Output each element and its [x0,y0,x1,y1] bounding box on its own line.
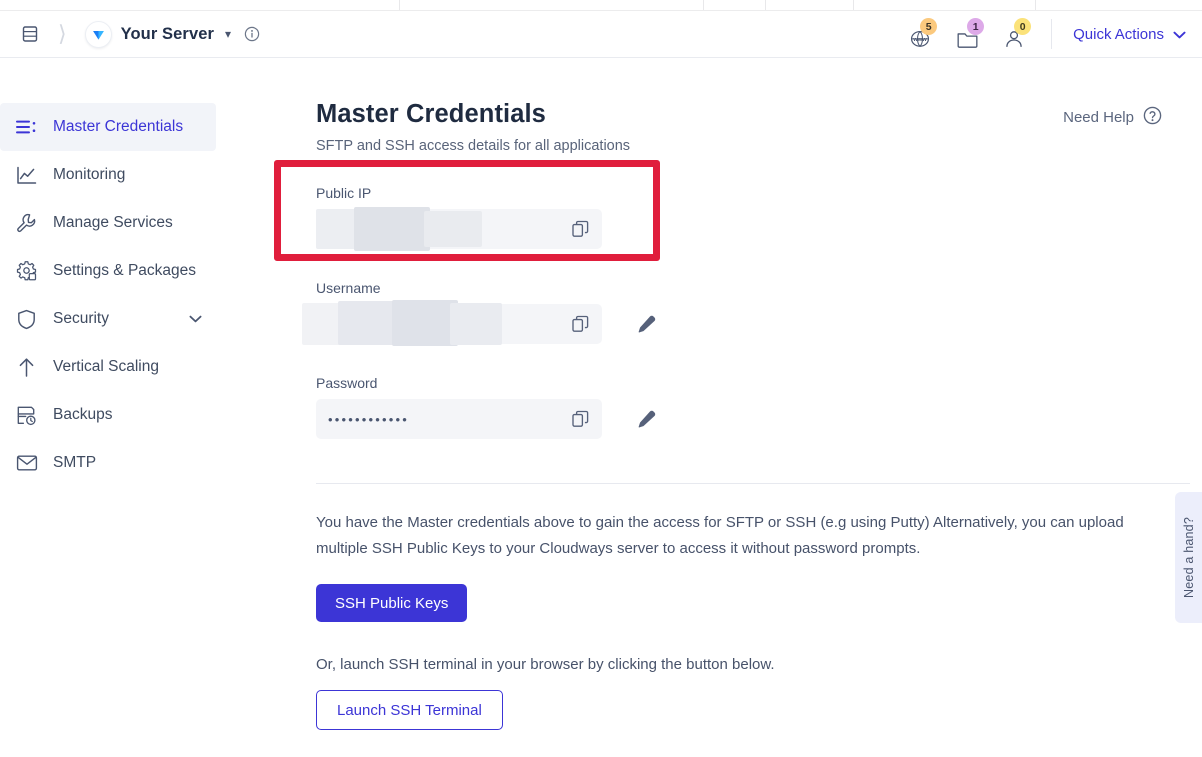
field-label: Password [316,375,378,391]
svg-text:www: www [913,37,928,43]
browser-tabstrip-remnant [0,0,1202,11]
hamburger-icon[interactable] [20,24,40,44]
sidebar-item-monitoring[interactable]: Monitoring [0,151,216,199]
badge-count: 1 [967,18,985,35]
user-icon[interactable]: 0 [997,18,1032,49]
main-content: Master Credentials SFTP and SSH access d… [232,58,1202,730]
sidebar-item-smtp[interactable]: SMTP [0,439,216,487]
redaction-block [392,300,458,346]
top-header-bar: ⟩ Your Server ▾ www 5 1 0 Quick Actions [0,11,1202,58]
password-masked-value: •••••••••••• [328,411,410,427]
chevron-down-icon[interactable]: ▾ [225,27,231,41]
breadcrumb-separator-icon: ⟩ [58,21,67,46]
backup-restore-icon [14,403,39,428]
header-divider [1051,19,1053,49]
ssh-public-keys-button[interactable]: SSH Public Keys [316,584,468,622]
folder-icon[interactable]: 1 [950,18,985,49]
sidebar-item-backups[interactable]: Backups [0,391,216,439]
www-globe-icon[interactable]: www 5 [903,18,938,49]
field-label: Username [316,280,381,296]
edit-username-button[interactable] [635,313,657,335]
copy-icon[interactable] [570,219,590,239]
need-help-link[interactable]: Need Help [1063,106,1162,129]
quick-actions-button[interactable]: Quick Actions [1073,26,1186,43]
field-row: •••••••••••• [316,399,1202,439]
redaction-block [424,211,482,247]
chevron-down-icon [1173,26,1186,43]
sidebar-item-label: Settings & Packages [53,262,197,279]
sidebar-item-master-credentials[interactable]: Master Credentials [0,103,216,151]
copy-icon[interactable] [570,409,590,429]
arrow-up-icon [14,355,39,380]
redaction-block [354,207,430,251]
need-a-hand-label: Need a hand? [1181,517,1196,598]
sidebar-item-label: Vertical Scaling [53,358,159,375]
chevron-down-icon[interactable] [189,312,202,326]
list-credentials-icon [14,115,39,140]
chart-line-icon [14,163,39,188]
field-row [302,300,1202,346]
copy-icon[interactable] [570,314,590,334]
field-password: Password •••••••••••• [316,375,1202,439]
sidebar-item-label: Backups [53,406,113,423]
badge-count: 0 [1014,18,1032,35]
sidebar-nav: Master Credentials Monitoring Manage Ser… [0,58,232,487]
breadcrumb-server-name: Your Server [120,24,215,43]
page-subtitle: SFTP and SSH access details for all appl… [316,138,631,154]
field-row [316,207,1202,251]
terminal-note: Or, launch SSH terminal in your browser … [316,656,775,673]
sidebar-item-manage-services[interactable]: Manage Services [0,199,216,247]
sidebar-item-label: Master Credentials [53,118,184,135]
shield-icon [14,307,39,332]
header-actions: www 5 1 0 Quick Actions [890,18,1202,49]
sidebar-item-label: Manage Services [53,214,173,231]
need-help-label: Need Help [1063,109,1134,126]
credentials-description: You have the Master credentials above to… [316,514,1124,557]
section-divider [316,483,1190,484]
need-a-hand-tab[interactable]: Need a hand? [1175,492,1202,623]
quick-actions-label: Quick Actions [1073,25,1164,43]
wrench-icon [14,211,39,236]
edit-password-button[interactable] [635,408,657,430]
sidebar-item-label: Security [53,310,109,327]
username-input[interactable] [302,300,602,346]
redaction-block [338,301,400,345]
sidebar-item-label: Monitoring [53,166,126,183]
sidebar-item-vertical-scaling[interactable]: Vertical Scaling [0,343,216,391]
field-label: Public IP [316,185,372,201]
cloudways-v-logo-icon [84,20,112,48]
question-circle-icon [1143,106,1162,129]
sidebar-item-label: SMTP [53,454,97,471]
info-circle-icon[interactable] [244,26,260,42]
redaction-block [450,303,502,345]
breadcrumb-server[interactable]: Your Server ▾ [84,20,231,48]
envelope-icon [14,451,39,476]
gear-packages-icon [14,259,39,284]
field-public-ip: Public IP [274,160,1202,261]
public-ip-input[interactable] [316,207,602,251]
sidebar-item-settings-packages[interactable]: Settings & Packages [0,247,216,295]
sidebar-item-security[interactable]: Security [0,295,216,343]
badge-count: 5 [920,18,938,35]
password-input[interactable]: •••••••••••• [316,399,602,439]
field-username: Username [302,280,1202,346]
launch-ssh-terminal-button[interactable]: Launch SSH Terminal [316,690,503,730]
